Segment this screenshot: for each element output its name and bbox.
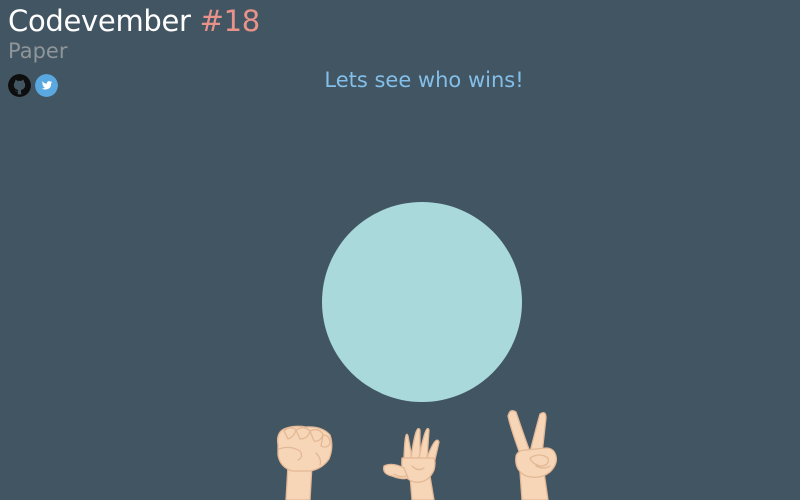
rock-hand-icon[interactable] <box>270 415 340 500</box>
scissors-hand-icon[interactable] <box>500 408 566 500</box>
game-prompt: Lets see who wins! <box>324 68 524 92</box>
result-circle <box>322 202 522 402</box>
page-title: Codevember #18 <box>8 4 260 38</box>
title-text: Codevember <box>8 4 191 38</box>
paper-hand-icon[interactable] <box>378 418 450 500</box>
title-number: #18 <box>199 4 261 38</box>
page-subtitle: Paper <box>8 39 68 63</box>
